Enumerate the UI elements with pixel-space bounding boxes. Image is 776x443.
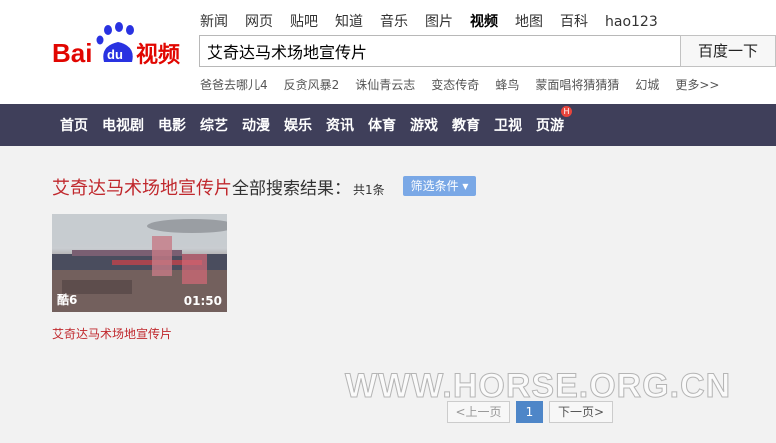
- hot-word-link[interactable]: 爸爸去哪儿4: [200, 77, 268, 93]
- video-title-link[interactable]: 艾奇达马术场地宣传片: [52, 325, 172, 342]
- channel-label: 页游: [536, 118, 564, 134]
- nav-tieba[interactable]: 贴吧: [290, 12, 318, 32]
- video-duration: 01:50: [183, 294, 222, 308]
- header: Bai du 视频 新闻 网页 贴吧 知道 音乐 图片 视频 地图 百科 hao…: [0, 0, 776, 104]
- hot-word-link[interactable]: 幻城: [635, 77, 659, 93]
- nav-map[interactable]: 地图: [515, 12, 543, 32]
- search-input[interactable]: [199, 35, 680, 67]
- nav-hao123[interactable]: hao123: [605, 12, 658, 32]
- hot-word-link[interactable]: 反贪风暴2: [284, 77, 340, 93]
- channel-sports[interactable]: 体育: [368, 115, 396, 135]
- more-link[interactable]: 更多>>: [675, 77, 719, 93]
- next-page-button[interactable]: 下一页>: [549, 401, 613, 423]
- channel-home[interactable]: 首页: [60, 115, 88, 135]
- filter-button[interactable]: 筛选条件 ▾: [403, 176, 476, 196]
- channel-tv[interactable]: 电视剧: [102, 115, 144, 135]
- channel-variety[interactable]: 综艺: [200, 115, 228, 135]
- nav-baike[interactable]: 百科: [560, 12, 588, 32]
- hot-word-link[interactable]: 蒙面唱将猜猜猜: [535, 77, 619, 93]
- channel-movie[interactable]: 电影: [158, 115, 186, 135]
- nav-news[interactable]: 新闻: [200, 12, 228, 32]
- channel-satellite[interactable]: 卫视: [494, 115, 522, 135]
- nav-music[interactable]: 音乐: [380, 12, 408, 32]
- current-page[interactable]: 1: [516, 401, 543, 423]
- nav-web[interactable]: 网页: [245, 12, 273, 32]
- hot-word-link[interactable]: 变态传奇: [431, 77, 479, 93]
- result-label: 全部搜索结果：: [232, 179, 351, 199]
- channel-news[interactable]: 资讯: [326, 115, 354, 135]
- channel-entertainment[interactable]: 娱乐: [284, 115, 312, 135]
- hot-word-link[interactable]: 蜂鸟: [495, 77, 519, 93]
- channel-anime[interactable]: 动漫: [242, 115, 270, 135]
- svg-text:Bai: Bai: [52, 38, 92, 68]
- channel-games[interactable]: 游戏: [410, 115, 438, 135]
- channel-education[interactable]: 教育: [452, 115, 480, 135]
- filter-label: 筛选条件: [410, 179, 459, 193]
- prev-page-button[interactable]: <上一页: [447, 401, 510, 423]
- hot-word-link[interactable]: 诛仙青云志: [355, 77, 415, 93]
- nav-video[interactable]: 视频: [470, 12, 498, 32]
- svg-text:视频: 视频: [136, 42, 180, 68]
- hot-words: 爸爸去哪儿4 反贪风暴2 诛仙青云志 变态传奇 蜂鸟 蒙面唱将猜猜猜 幻城 更多…: [200, 77, 735, 93]
- result-header: 艾奇达马术场地宣传片 全部搜索结果： 共1条: [52, 174, 385, 200]
- paw-icon: du: [96, 22, 134, 62]
- nav-images[interactable]: 图片: [425, 12, 453, 32]
- video-source: 酷6: [57, 293, 78, 307]
- svg-text:du: du: [107, 47, 123, 62]
- caret-down-icon: ▾: [462, 179, 469, 193]
- channel-webgames[interactable]: 页游 H: [536, 106, 572, 135]
- top-nav: 新闻 网页 贴吧 知道 音乐 图片 视频 地图 百科 hao123: [200, 12, 675, 32]
- search-button[interactable]: 百度一下: [680, 35, 776, 67]
- hot-badge: H: [561, 106, 572, 117]
- nav-zhidao[interactable]: 知道: [335, 12, 363, 32]
- result-query: 艾奇达马术场地宣传片: [52, 178, 232, 199]
- baidu-video-logo[interactable]: Bai du 视频: [52, 22, 192, 72]
- video-thumbnail[interactable]: 酷6 01:50: [52, 214, 227, 312]
- channel-bar: 首页 电视剧 电影 综艺 动漫 娱乐 资讯 体育 游戏 教育 卫视 页游 H: [0, 104, 776, 146]
- result-count: 共1条: [353, 183, 385, 197]
